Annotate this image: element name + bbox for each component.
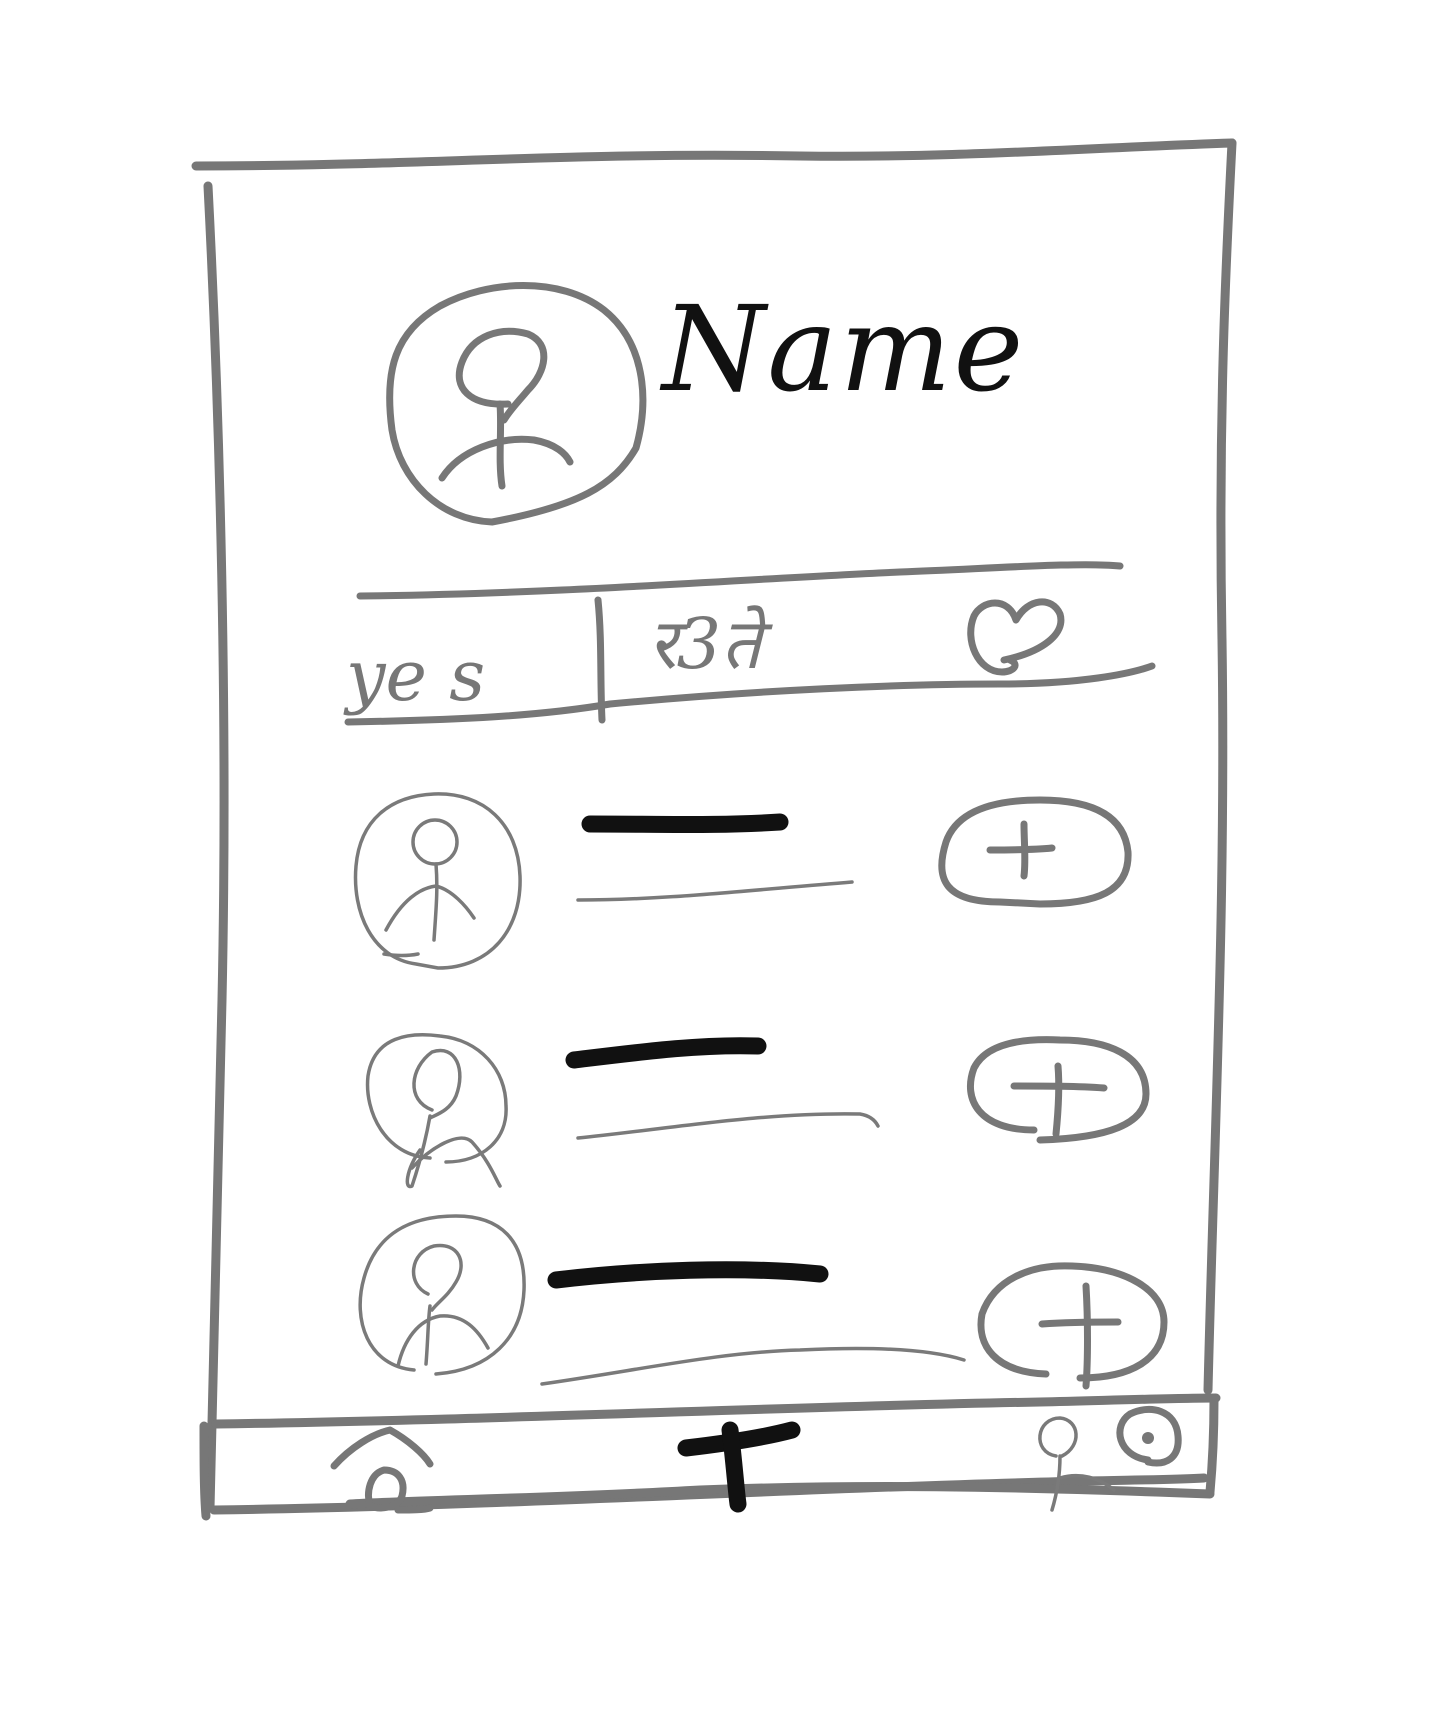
tab-posts[interactable]: ye s [343,635,485,717]
tab-second[interactable]: र3ते [648,603,773,685]
profile-name: Name [659,280,1025,418]
plus-icon [1010,1062,1108,1138]
list-item-subtitle-line [540,1346,966,1386]
person-icon [438,327,574,490]
profile-header: Name [386,280,1025,526]
list-item-subtitle-line [576,880,854,902]
list-item [358,1214,1168,1390]
tab-second-label: र3ते [648,603,773,685]
profile-avatar[interactable] [386,282,647,526]
tab-likes[interactable] [967,598,1065,676]
list-item-title-line [581,813,789,833]
list-item [353,792,1132,970]
list-item-title-line [565,1037,767,1069]
app-sketch: Name ye s र3ते [191,138,1237,1521]
plus-icon [986,820,1056,880]
person-icon [405,1048,502,1189]
plus-icon [1038,1282,1122,1390]
person-icon [396,1243,490,1368]
add-button[interactable] [938,796,1132,908]
list-item [365,1033,1150,1189]
user-list [353,792,1168,1390]
list-item-subtitle-line [576,1112,880,1140]
list-item-avatar[interactable] [365,1033,508,1189]
list-item-title-line [547,1261,829,1289]
list-item-avatar[interactable] [353,792,522,970]
tab-posts-label: ye s [343,635,485,717]
profile-tab-bar: ye s र3ते [343,561,1156,726]
add-button[interactable] [967,1036,1150,1144]
list-item-avatar[interactable] [358,1214,526,1376]
add-button[interactable] [977,1262,1168,1390]
person-icon [382,818,476,958]
heart-icon [967,598,1065,676]
